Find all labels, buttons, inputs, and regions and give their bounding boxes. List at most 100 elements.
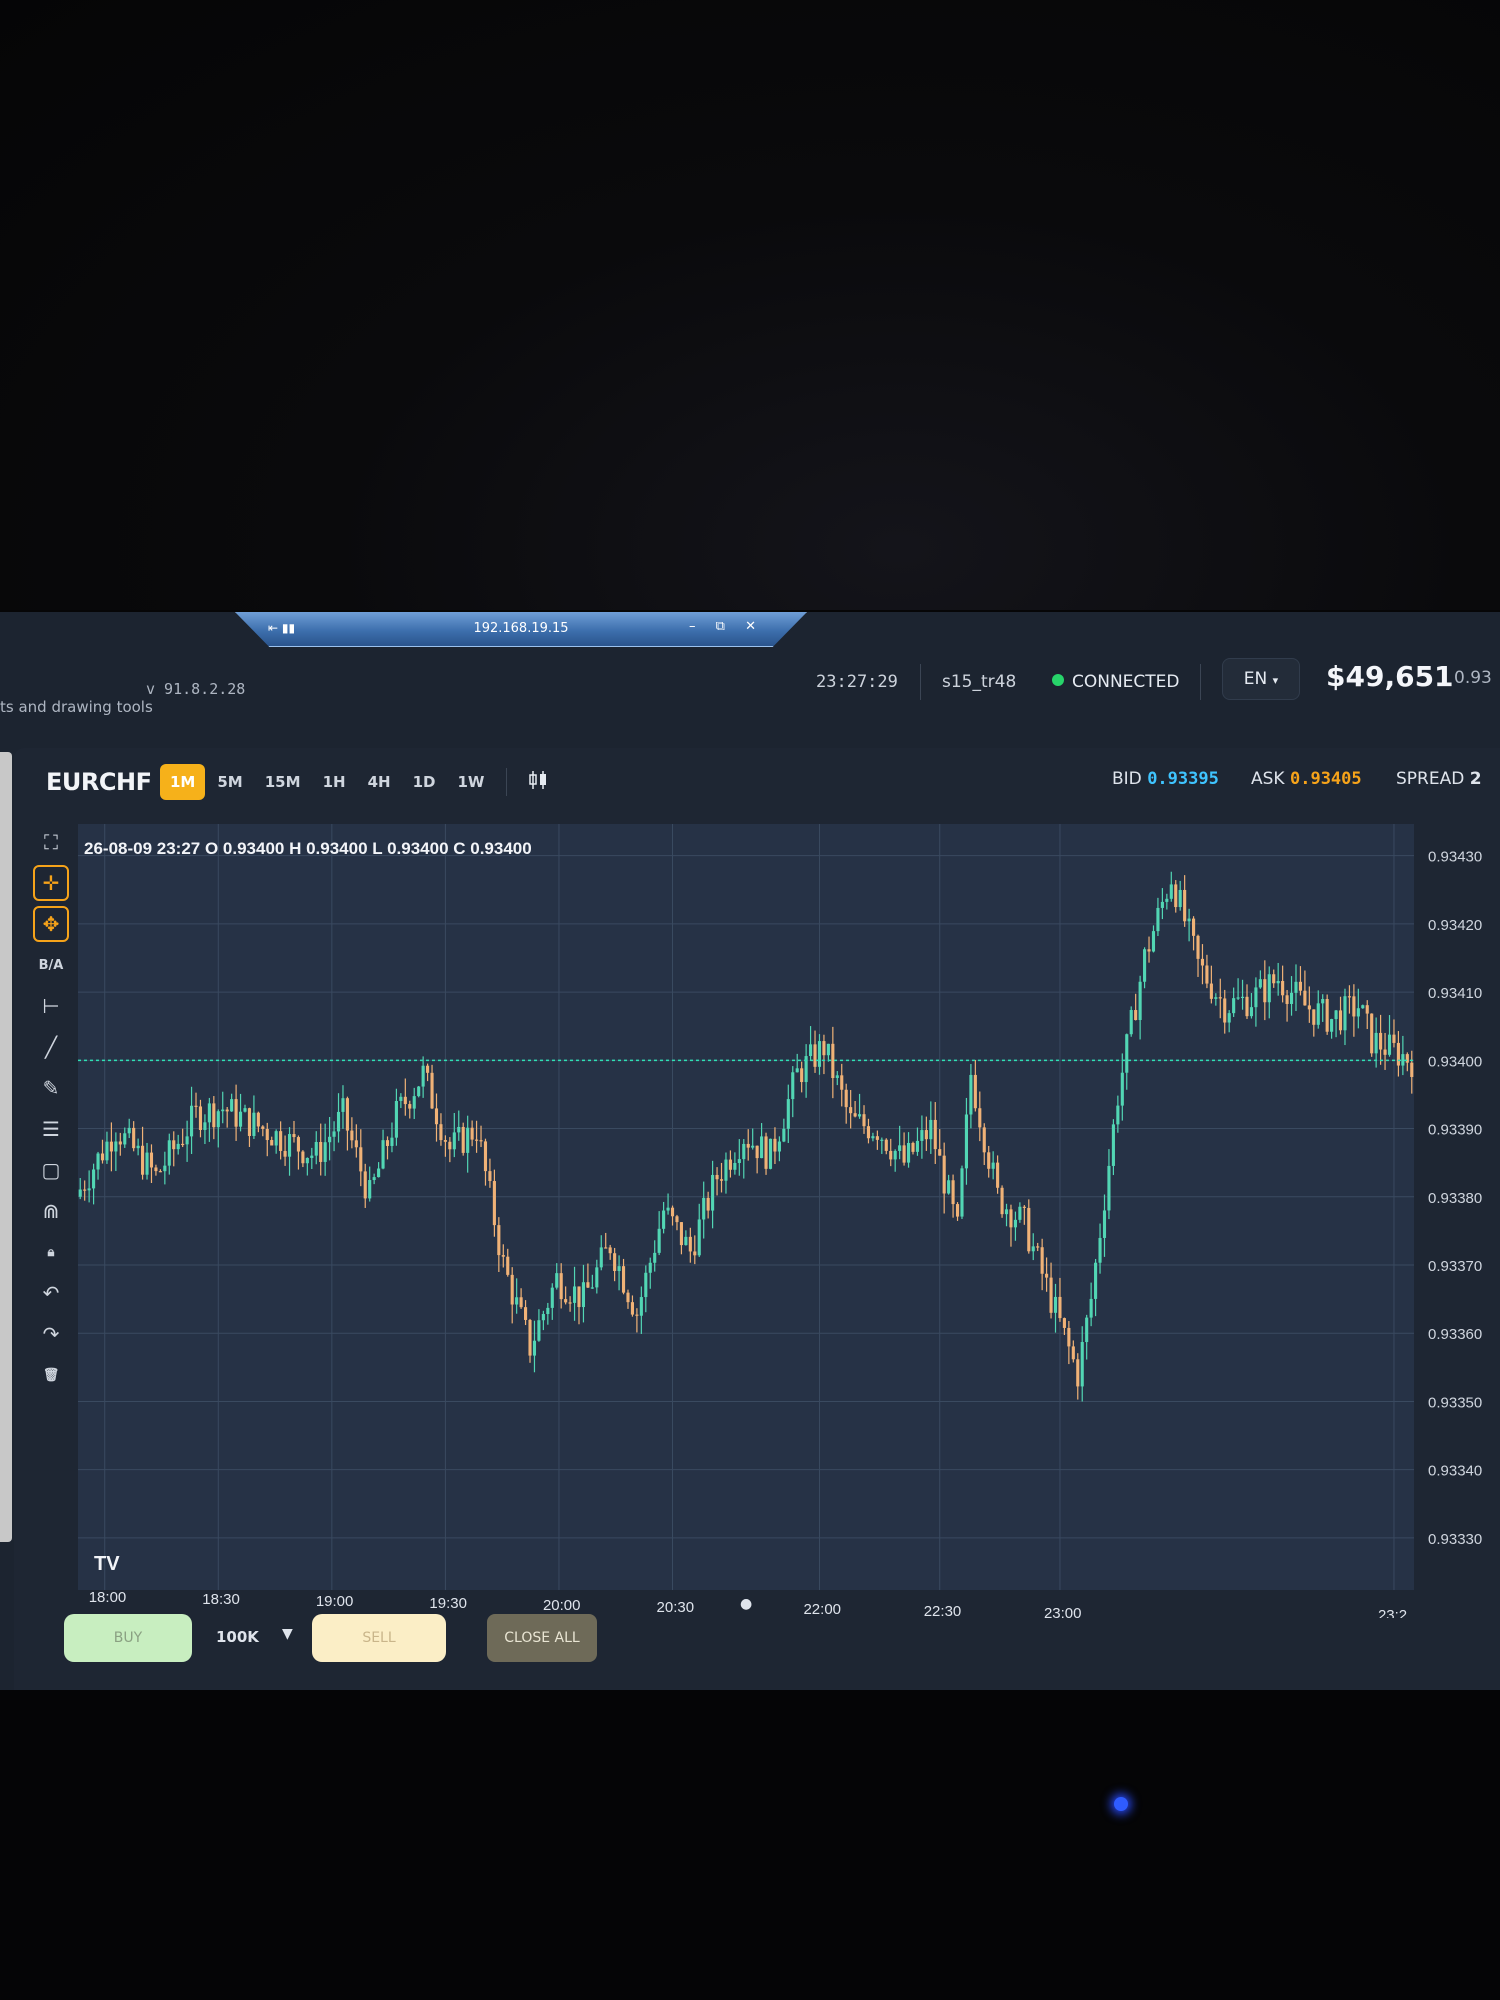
candle-body (884, 1139, 888, 1151)
candle-body (546, 1307, 550, 1315)
timeframe-1w[interactable]: 1W (447, 764, 494, 800)
candle-body (835, 1075, 839, 1079)
candle-body (760, 1136, 764, 1159)
timeframe-4h[interactable]: 4H (358, 764, 401, 800)
candle-body (617, 1266, 621, 1272)
candle-body (287, 1134, 292, 1157)
candle-body (163, 1165, 167, 1172)
candle-body (577, 1286, 581, 1308)
candle-body (982, 1127, 986, 1153)
candle-body (728, 1159, 732, 1170)
candle-body (902, 1145, 906, 1163)
candle-body (92, 1169, 96, 1189)
candle-body (746, 1143, 750, 1148)
candle-body (114, 1141, 118, 1152)
candle-body (190, 1105, 194, 1137)
candle-body (1294, 981, 1298, 993)
timeframe-1m[interactable]: 1M (160, 764, 206, 800)
candle-body (693, 1251, 697, 1256)
candle-body (488, 1171, 492, 1182)
candle-body (1410, 1062, 1414, 1077)
timeframe-5m[interactable]: 5M (207, 764, 252, 800)
candle-body (987, 1152, 991, 1169)
window-controls[interactable]: – ⧉ ✕ (689, 619, 764, 634)
sell-button[interactable]: SELL (312, 1614, 446, 1662)
candle-body (604, 1247, 608, 1249)
timeframe-1h[interactable]: 1H (313, 764, 356, 800)
candle-body (844, 1089, 848, 1108)
time-tick-label: 18:00 (89, 1589, 127, 1606)
candle-body (653, 1252, 657, 1263)
candle-body (960, 1168, 964, 1217)
candle-body (176, 1143, 180, 1150)
close-all-button[interactable]: CLOSE ALL (487, 1614, 597, 1662)
candle-body (412, 1096, 416, 1109)
candle-body (230, 1099, 234, 1112)
time-tick-label: 23:00 (1044, 1605, 1082, 1618)
chevron-down-icon[interactable]: ▼ (282, 1626, 293, 1642)
candle-body (426, 1065, 430, 1073)
time-tick-label: 19:00 (316, 1593, 354, 1610)
candle-body (301, 1151, 305, 1164)
candle-body (969, 1074, 973, 1115)
header-divider (1200, 664, 1201, 700)
buy-button[interactable]: BUY (64, 1614, 192, 1662)
candle (461, 1122, 465, 1156)
candle-body (430, 1072, 434, 1109)
candle-body (924, 1130, 928, 1140)
app-version: v 91.8.2.28 (146, 680, 246, 698)
candle-body (1187, 918, 1191, 922)
instrument-symbol[interactable]: EURCHF (46, 768, 152, 796)
candle-body (1076, 1359, 1080, 1387)
bid-quote: BID 0.93395 (1112, 769, 1219, 789)
candle-body (452, 1132, 456, 1150)
candle-body (181, 1143, 185, 1146)
candle-body (399, 1096, 403, 1101)
candle-body (1178, 889, 1182, 908)
candle-body (840, 1075, 844, 1090)
candle-body (194, 1105, 198, 1107)
price-chart[interactable]: 0.93430 0.93420 0.93410 0.93400 0.93390 0.933… (38, 812, 1484, 1618)
candle-body (336, 1111, 341, 1132)
ask-label: ASK (1251, 769, 1285, 789)
candle-body (1223, 998, 1227, 1023)
quantity-select[interactable]: 100K (216, 1628, 259, 1646)
candle-body (216, 1111, 220, 1128)
candle-body (1321, 999, 1325, 1004)
candle-body (1067, 1327, 1071, 1347)
candle-body (141, 1145, 145, 1175)
candle-body (875, 1136, 879, 1140)
candle-body (292, 1134, 296, 1138)
price-tick-label: 0.93390 (1428, 1122, 1482, 1139)
monitor-screen: ⇤ ▮▮ 192.168.19.15 – ⧉ ✕ ts and drawing … (0, 612, 1500, 1708)
candle-body (711, 1174, 715, 1211)
candle (764, 1132, 768, 1175)
candle-body (1396, 1042, 1400, 1066)
language-select[interactable]: EN ▾ (1222, 658, 1300, 700)
candle-body (541, 1314, 545, 1321)
candle-body (408, 1104, 412, 1109)
candle-body (942, 1155, 946, 1194)
candle-body (973, 1074, 977, 1109)
timeframe-1d[interactable]: 1D (403, 764, 446, 800)
candle-body (768, 1138, 773, 1169)
candle-body (319, 1141, 323, 1162)
candle-body (323, 1142, 327, 1162)
candle-body (475, 1139, 479, 1141)
candle-body (871, 1136, 875, 1139)
candle-body (849, 1107, 853, 1114)
candle-body (978, 1108, 982, 1128)
candle-body (109, 1141, 113, 1152)
candle-body (1209, 983, 1213, 999)
status-dot-icon (1052, 674, 1064, 686)
candle-body (377, 1168, 381, 1178)
candle-body (118, 1141, 122, 1145)
remote-desktop-bar[interactable]: ⇤ ▮▮ 192.168.19.15 – ⧉ ✕ (235, 612, 807, 647)
candlestick-icon[interactable] (519, 769, 557, 796)
candle-body (933, 1119, 937, 1150)
candle-body (938, 1149, 942, 1156)
timeframe-15m[interactable]: 15M (255, 764, 311, 800)
candle-body (434, 1108, 439, 1125)
candle-body (1156, 907, 1160, 932)
candle-body (1111, 1124, 1115, 1166)
